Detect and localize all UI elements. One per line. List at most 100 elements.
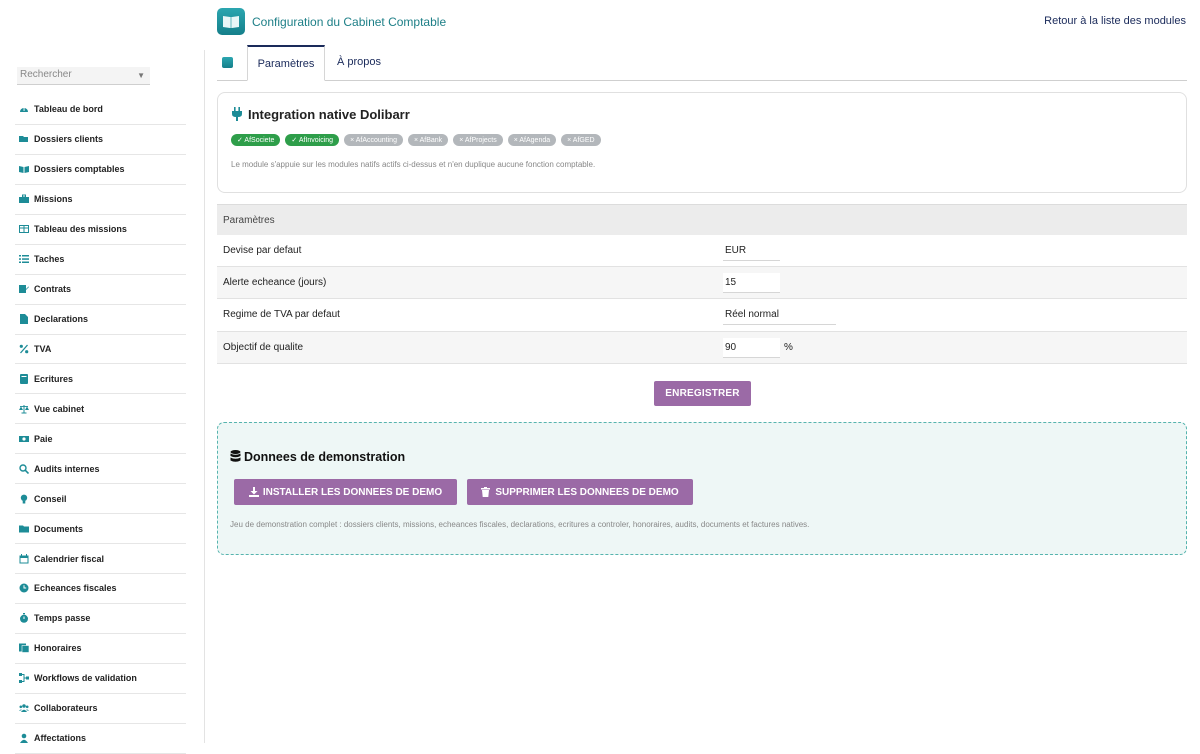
param-row-alerte: Alerte echeance (jours) 15 [217,267,1187,300]
chevron-down-icon: ▼ [137,71,145,80]
install-demo-button[interactable]: INSTALLER LES DONNEES DE DEMO [234,479,457,505]
table-icon [19,224,29,234]
sidebar-item-tva[interactable]: TVA [15,335,186,365]
percent-unit: % [784,341,793,353]
sidebar-item-ecritures[interactable]: Ecritures [15,364,186,395]
money-icon [19,434,29,444]
sidebar-item-label: Affectations [34,733,87,744]
sidebar-item-label: Echeances fiscales [34,583,117,594]
module-badge-inactive: × AfAccounting [344,134,403,146]
user-icon [19,733,29,744]
sidebar-item-label: TVA [34,343,52,354]
contract-icon [19,284,29,294]
param-label: Devise par defaut [223,245,302,257]
save-button[interactable]: ENREGISTRER [654,381,751,406]
sidebar-item-calendrier-fiscal[interactable]: Calendrier fiscal [15,544,186,574]
params-table-header: Paramètres [217,204,1187,235]
folder-icon [19,524,29,534]
sidebar-item-label: Paie [34,433,53,444]
search-placeholder: Rechercher [20,69,72,80]
sidebar-item-label: Honoraires [34,643,82,654]
sidebar-item-label: Temps passe [34,613,91,624]
sidebar-item-label: Contrats [34,284,72,295]
book-icon [19,164,29,174]
search-select[interactable]: Rechercher ▼ [17,67,150,85]
param-label: Objectif de qualite [223,341,304,353]
sidebar-item-honoraires[interactable]: Honoraires [15,634,186,664]
calendar-icon [19,553,29,564]
module-badge-active: ✓ AfInvoicing [285,134,340,146]
demo-data-card: Donnees de demonstration INSTALLER LES D… [217,422,1187,555]
devise-input[interactable]: EUR [723,241,780,261]
tab-a-propos[interactable]: À propos [337,56,381,68]
sidebar-item-echeances-fiscales[interactable]: Echeances fiscales [15,574,186,604]
ledger-icon [19,373,29,384]
sidebar-item-collaborateurs[interactable]: Collaborateurs [15,694,186,724]
sidebar-item-contrats[interactable]: Contrats [15,275,186,305]
trash-icon [481,487,491,497]
sidebar-item-label: Calendrier fiscal [34,553,105,564]
sidebar-item-tableau-de-bord[interactable]: Tableau de bord [15,95,186,125]
sidebar-item-documents[interactable]: Documents [15,514,186,545]
stopwatch-icon [19,613,29,624]
database-icon [230,450,241,463]
invoice-icon [19,643,29,654]
sidebar-item-vue-cabinet[interactable]: Vue cabinet [15,394,186,425]
sidebar-item-label: Workflows de validation [34,673,137,684]
module-badge-active: ✓ AfSociete [231,134,281,146]
sidebar-item-label: Documents [34,523,84,534]
sidebar-item-dossiers-comptables[interactable]: Dossiers comptables [15,155,186,185]
page-title: Configuration du Cabinet Comptable [252,15,447,29]
clock-icon [19,583,29,593]
param-row-devise: Devise par defaut EUR [217,235,1187,268]
delete-demo-button[interactable]: SUPPRIMER LES DONNEES DE DEMO [467,479,693,505]
workflow-icon [19,673,29,684]
sidebar-item-paie[interactable]: Paie [15,424,186,455]
module-badge-inactive: × AfAgenda [507,134,557,146]
sidebar-item-label: Collaborateurs [34,703,98,714]
sidebar-item-label: Taches [34,254,65,265]
back-to-modules-link[interactable]: Retour à la liste des modules [1044,15,1186,27]
module-logo-icon [217,8,245,35]
sidebar-item-conseil[interactable]: Conseil [15,484,186,515]
users-icon [19,703,29,713]
objectif-qualite-input[interactable]: 90 [723,337,780,358]
sidebar-item-temps-passe[interactable]: Temps passe [15,604,186,634]
list-icon [19,254,29,264]
sidebar-item-workflows-de-validation[interactable]: Workflows de validation [15,664,186,694]
sidebar-item-label: Audits internes [34,463,100,474]
sidebar-item-audits-internes[interactable]: Audits internes [15,454,186,485]
sidebar-divider [204,50,205,743]
alerte-echeance-input[interactable]: 15 [723,273,780,294]
demo-title: Donnees de demonstration [244,450,406,464]
sidebar-item-dossiers-clients[interactable]: Dossiers clients [15,125,186,155]
sidebar-item-tableau-des-missions[interactable]: Tableau des missions [15,215,186,245]
regime-tva-select[interactable]: Réel normal [723,305,836,326]
param-row-qualite: Objectif de qualite 90 % [217,331,1187,364]
module-tab-icon[interactable] [222,57,233,68]
tab-bar: Paramètres À propos [217,45,1187,81]
search-icon [19,464,29,474]
sidebar-item-missions[interactable]: Missions [15,185,186,215]
briefcase-icon [19,194,29,204]
sidebar-item-taches[interactable]: Taches [15,245,186,275]
plug-icon [231,107,243,121]
integration-title: Integration native Dolibarr [248,107,410,122]
integration-note: Le module s'appuie sur les modules natif… [231,160,596,169]
tab-parametres[interactable]: Paramètres [247,45,325,81]
module-badge-inactive: × AfGED [561,134,601,146]
param-label: Regime de TVA par defaut [223,309,340,321]
install-demo-label: INSTALLER LES DONNEES DE DEMO [262,486,443,498]
sidebar: Rechercher ▼ Tableau de bord Dossiers cli… [0,0,205,754]
folder-open-icon [19,134,29,144]
sidebar-item-label: Declarations [34,314,89,325]
sidebar-item-label: Missions [34,194,73,205]
download-icon [248,487,259,497]
sidebar-item-label: Ecritures [34,373,74,384]
sidebar-menu: Tableau de bord Dossiers clients Dossiers … [15,95,186,754]
scale-icon [19,404,29,414]
params-table: Paramètres Devise par defaut EUR Alerte … [217,204,1187,364]
sidebar-item-affectations[interactable]: Affectations [15,724,186,754]
sidebar-item-declarations[interactable]: Declarations [15,305,186,335]
sidebar-item-label: Tableau de bord [34,104,103,115]
